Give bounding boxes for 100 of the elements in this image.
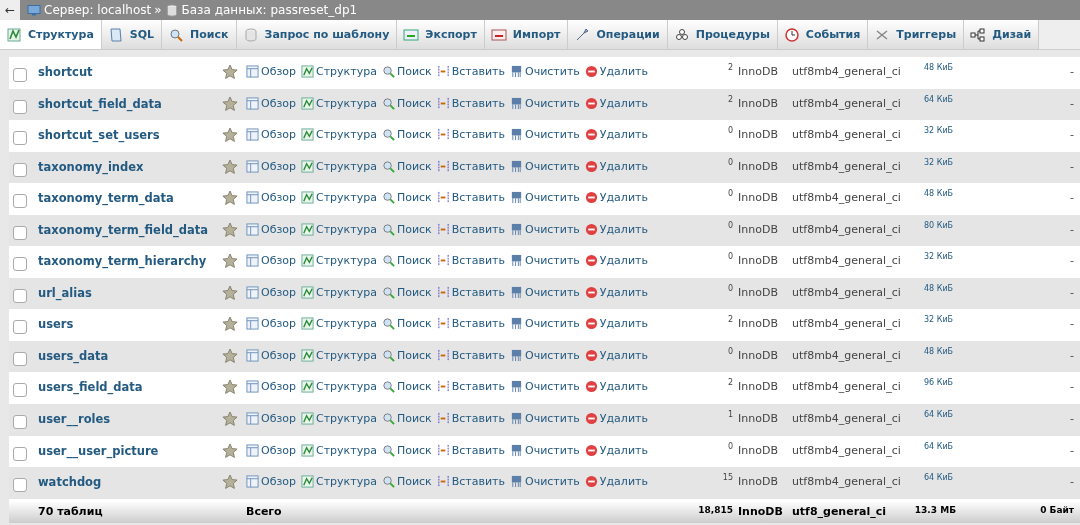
size-link[interactable]: 64 КиБ bbox=[924, 94, 954, 104]
browse-link[interactable]: Обзор bbox=[246, 412, 296, 425]
star-icon[interactable] bbox=[222, 442, 238, 459]
star-icon[interactable] bbox=[222, 64, 238, 80]
row-checkbox[interactable] bbox=[13, 225, 27, 240]
size-link[interactable]: 32 КиБ bbox=[924, 315, 954, 325]
search-link[interactable]: Поиск bbox=[381, 191, 432, 205]
size-link[interactable]: 64 КиБ bbox=[924, 410, 954, 419]
browse-link[interactable]: Обзор bbox=[246, 380, 296, 394]
insert-link[interactable]: Вставить bbox=[436, 65, 505, 78]
table-name-link[interactable]: users_data bbox=[38, 348, 109, 363]
search-link[interactable]: Поиск bbox=[381, 285, 432, 299]
table-name-link[interactable]: shortcut_set_users bbox=[38, 128, 160, 143]
server-link[interactable]: Сервер: localhost bbox=[44, 3, 152, 17]
row-checkbox[interactable] bbox=[13, 415, 27, 429]
insert-link[interactable]: Вставить bbox=[436, 128, 505, 142]
browse-link[interactable]: Обзор bbox=[246, 96, 296, 110]
row-checkbox[interactable] bbox=[13, 162, 27, 177]
row-checkbox[interactable] bbox=[13, 194, 27, 209]
structure-link[interactable]: Структура bbox=[301, 380, 377, 394]
insert-link[interactable]: Вставить bbox=[436, 254, 505, 268]
query-tab[interactable]: Запрос по шаблону bbox=[236, 20, 398, 49]
table-name-link[interactable]: users_field_data bbox=[38, 380, 143, 395]
drop-link[interactable]: Удалить bbox=[584, 65, 648, 78]
star-icon[interactable] bbox=[222, 127, 238, 144]
star-icon[interactable] bbox=[222, 411, 238, 427]
insert-link[interactable]: Вставить bbox=[436, 285, 505, 299]
star-icon[interactable] bbox=[222, 379, 238, 396]
star-icon[interactable] bbox=[222, 284, 238, 301]
search-link[interactable]: Поиск bbox=[381, 475, 432, 489]
size-link[interactable]: 80 КиБ bbox=[924, 220, 954, 230]
structure-link[interactable]: Структура bbox=[301, 222, 377, 236]
structure-link[interactable]: Структура bbox=[301, 128, 377, 142]
row-checkbox[interactable] bbox=[13, 320, 27, 335]
star-icon[interactable] bbox=[222, 253, 238, 270]
structure-link[interactable]: Структура bbox=[301, 191, 377, 205]
structure-link[interactable]: Структура bbox=[301, 412, 377, 425]
browse-link[interactable]: Обзор bbox=[246, 128, 296, 142]
browse-link[interactable]: Обзор bbox=[246, 317, 296, 331]
table-name-link[interactable]: taxonomy_term_hierarchy bbox=[38, 254, 207, 269]
structure-link[interactable]: Структура bbox=[301, 96, 377, 110]
drop-link[interactable]: Удалить bbox=[584, 254, 648, 268]
empty-link[interactable]: Очистить bbox=[510, 191, 580, 205]
insert-link[interactable]: Вставить bbox=[436, 96, 505, 110]
drop-link[interactable]: Удалить bbox=[584, 475, 648, 489]
search-link[interactable]: Поиск bbox=[381, 159, 432, 173]
browse-link[interactable]: Обзор bbox=[246, 348, 296, 362]
table-name-link[interactable]: taxonomy_term_field_data bbox=[38, 222, 209, 237]
export-tab[interactable]: Экспорт bbox=[397, 20, 485, 49]
structure-link[interactable]: Структура bbox=[301, 443, 377, 457]
structure-link[interactable]: Структура bbox=[301, 254, 377, 268]
search-link[interactable]: Поиск bbox=[381, 380, 432, 394]
browse-link[interactable]: Обзор bbox=[246, 254, 296, 268]
empty-link[interactable]: Очистить bbox=[510, 443, 580, 457]
size-link[interactable]: 64 КиБ bbox=[924, 473, 954, 483]
drop-link[interactable]: Удалить bbox=[584, 412, 648, 425]
star-icon[interactable] bbox=[222, 474, 238, 491]
empty-link[interactable]: Очистить bbox=[510, 254, 580, 268]
empty-link[interactable]: Очистить bbox=[510, 159, 580, 173]
search-link[interactable]: Поиск bbox=[381, 96, 432, 110]
search-link[interactable]: Поиск bbox=[381, 412, 432, 425]
database-link[interactable]: База данных: passreset_dp1 bbox=[181, 3, 358, 17]
drop-link[interactable]: Удалить bbox=[584, 128, 648, 142]
search-link[interactable]: Поиск bbox=[381, 128, 432, 142]
empty-link[interactable]: Очистить bbox=[510, 348, 580, 362]
structure-link[interactable]: Структура bbox=[301, 159, 377, 173]
row-checkbox[interactable] bbox=[13, 478, 27, 493]
browse-link[interactable]: Обзор bbox=[246, 285, 296, 299]
designer-tab[interactable]: Дизай bbox=[964, 20, 1040, 49]
star-icon[interactable] bbox=[222, 158, 238, 175]
row-checkbox[interactable] bbox=[13, 351, 27, 366]
triggers-tab[interactable]: Триггеры bbox=[868, 20, 965, 49]
empty-link[interactable]: Очистить bbox=[510, 96, 580, 110]
drop-link[interactable]: Удалить bbox=[584, 348, 648, 362]
drop-link[interactable]: Удалить bbox=[584, 191, 648, 205]
table-name-link[interactable]: shortcut bbox=[38, 65, 93, 79]
browse-link[interactable]: Обзор bbox=[246, 159, 296, 173]
insert-link[interactable]: Вставить bbox=[436, 191, 505, 205]
row-checkbox[interactable] bbox=[13, 446, 27, 461]
table-name-link[interactable]: shortcut_field_data bbox=[38, 96, 162, 111]
size-link[interactable]: 32 КиБ bbox=[924, 126, 954, 136]
drop-link[interactable]: Удалить bbox=[584, 159, 648, 173]
size-link[interactable]: 48 КиБ bbox=[924, 346, 954, 356]
search-link[interactable]: Поиск bbox=[381, 443, 432, 457]
search-link[interactable]: Поиск bbox=[381, 317, 432, 331]
drop-link[interactable]: Удалить bbox=[584, 96, 648, 110]
empty-link[interactable]: Очистить bbox=[510, 412, 580, 425]
size-link[interactable]: 96 КиБ bbox=[924, 378, 954, 388]
star-icon[interactable] bbox=[222, 190, 238, 207]
row-checkbox[interactable] bbox=[13, 257, 27, 272]
insert-link[interactable]: Вставить bbox=[436, 443, 505, 457]
structure-link[interactable]: Структура bbox=[301, 475, 377, 489]
operations-tab[interactable]: Операции bbox=[568, 20, 668, 49]
drop-link[interactable]: Удалить bbox=[584, 285, 648, 299]
star-icon[interactable] bbox=[222, 95, 238, 112]
drop-link[interactable]: Удалить bbox=[584, 317, 648, 331]
browse-link[interactable]: Обзор bbox=[246, 475, 296, 489]
table-name-link[interactable]: user__user_picture bbox=[38, 443, 159, 458]
search-tab[interactable]: Поиск bbox=[162, 20, 237, 49]
browse-link[interactable]: Обзор bbox=[246, 443, 296, 457]
